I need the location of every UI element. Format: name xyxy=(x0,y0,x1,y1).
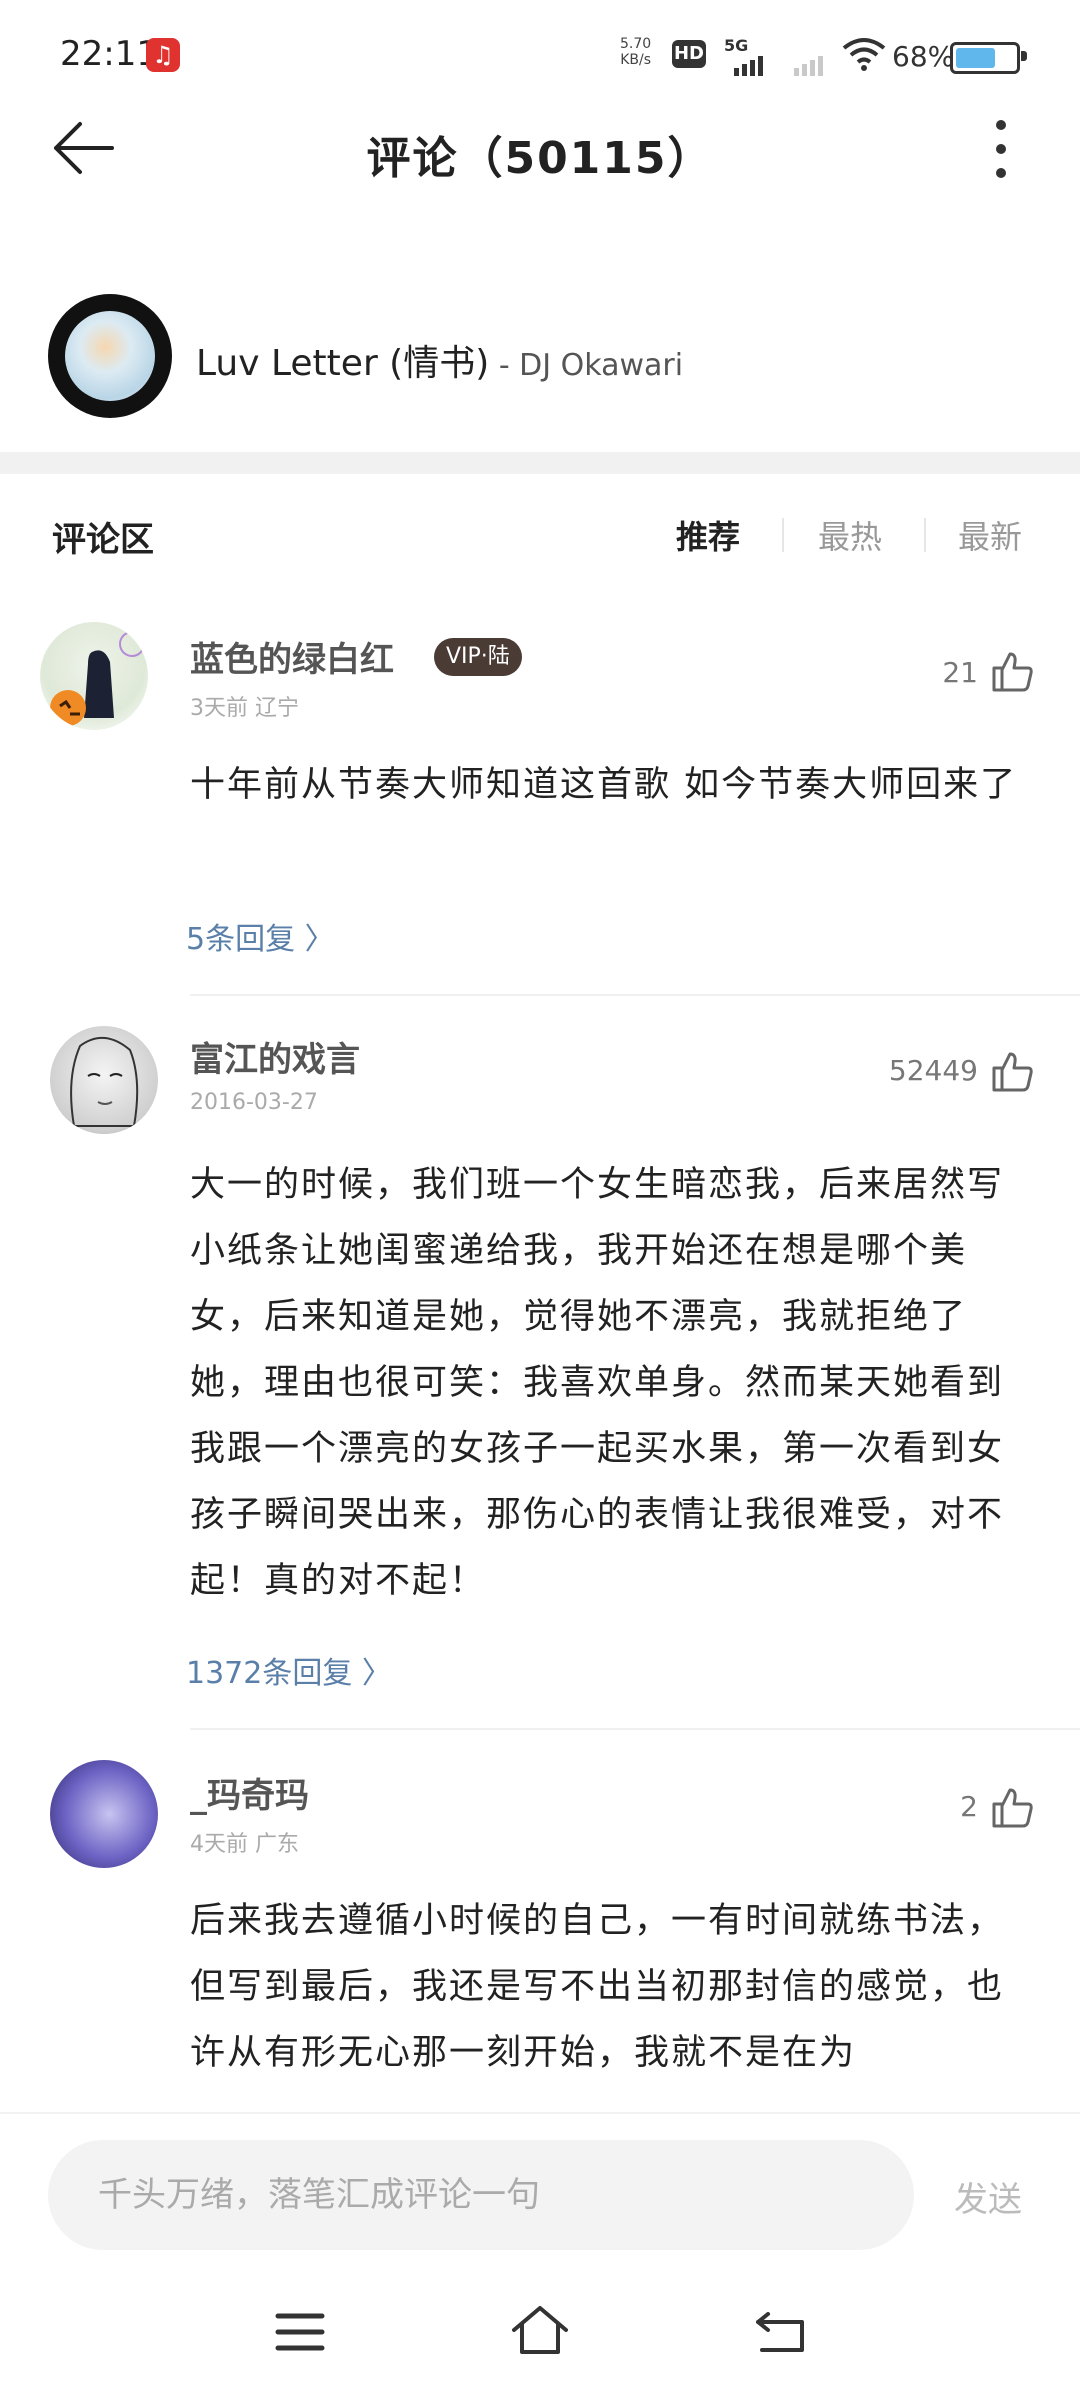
avatar[interactable] xyxy=(50,1760,158,1868)
comment-text: 后来我去遵循小时候的自己，一有时间就练书法，但写到最后，我还是写不出当初那封信的… xyxy=(190,1901,1005,2073)
back-icon[interactable] xyxy=(754,2310,808,2354)
album-cover xyxy=(65,311,155,401)
status-time: 22:11 xyxy=(60,34,158,74)
comment-input[interactable] xyxy=(48,2140,914,2250)
song-artist: - DJ Okawari xyxy=(489,348,684,383)
vip-badge: VIP·陆 xyxy=(434,638,522,676)
chevron-right-icon: 〉 xyxy=(352,1656,392,1691)
tab-separator xyxy=(782,518,784,552)
network-type: 5G xyxy=(724,36,749,55)
hd-icon: HD xyxy=(672,40,706,68)
network-speed: 5.70 KB/s xyxy=(620,36,652,68)
avatar[interactable] xyxy=(40,622,148,730)
username[interactable]: 蓝色的绿白红 xyxy=(190,632,394,681)
home-icon[interactable] xyxy=(510,2304,570,2356)
tab-hottest[interactable]: 最热 xyxy=(818,512,882,558)
comment-meta: 2016-03-27 xyxy=(190,1090,318,1115)
comment-text: 十年前从节奏大师知道这首歌 如今节奏大师回来了 xyxy=(190,765,1018,805)
tab-newest[interactable]: 最新 xyxy=(958,512,1022,558)
signal-icon xyxy=(734,56,766,76)
username[interactable]: _玛奇玛 xyxy=(190,1768,309,1817)
view-replies-link[interactable]: 5条回复 〉 xyxy=(186,914,335,958)
comment-meta: 3天前 辽宁 xyxy=(190,696,299,721)
page-title: 评论（50115） xyxy=(366,133,714,184)
album-disc[interactable] xyxy=(48,294,172,418)
signal-2-icon xyxy=(794,56,826,76)
send-button[interactable]: 发送 xyxy=(954,2172,1022,2221)
tab-separator xyxy=(924,518,926,552)
comment-meta: 4天前 广东 xyxy=(190,1832,299,1857)
like-count: 52449 xyxy=(888,1054,978,1087)
more-options-icon[interactable] xyxy=(996,120,1008,192)
thumbs-up-icon[interactable] xyxy=(990,1050,1034,1094)
comment-divider xyxy=(190,1728,1080,1730)
avatar[interactable] xyxy=(50,1026,158,1134)
comments-section-title: 评论区 xyxy=(52,520,154,560)
username[interactable]: 富江的戏言 xyxy=(190,1032,360,1081)
like-count: 2 xyxy=(960,1790,978,1823)
view-replies-link[interactable]: 1372条回复 〉 xyxy=(186,1648,392,1692)
chevron-right-icon: 〉 xyxy=(295,922,335,957)
comment-divider xyxy=(190,994,1080,996)
song-info[interactable]: Luv Letter (情书) - DJ Okawari xyxy=(196,334,683,386)
battery-percent: 68% xyxy=(892,40,955,73)
wifi-icon xyxy=(842,38,886,71)
tab-recommended[interactable]: 推荐 xyxy=(676,512,740,558)
thumbs-up-icon[interactable] xyxy=(990,1786,1034,1830)
section-divider xyxy=(0,452,1080,474)
menu-icon[interactable] xyxy=(274,2310,326,2354)
netease-music-icon: ♫ xyxy=(146,38,180,72)
battery-icon xyxy=(950,42,1027,74)
like-count: 21 xyxy=(942,656,978,689)
comment-text: 大一的时候，我们班一个女生暗恋我，后来居然写小纸条让她闺蜜递给我，我开始还在想是… xyxy=(190,1165,1005,1601)
thumbs-up-icon[interactable] xyxy=(990,650,1034,694)
song-title: Luv Letter (情书) xyxy=(196,343,490,384)
